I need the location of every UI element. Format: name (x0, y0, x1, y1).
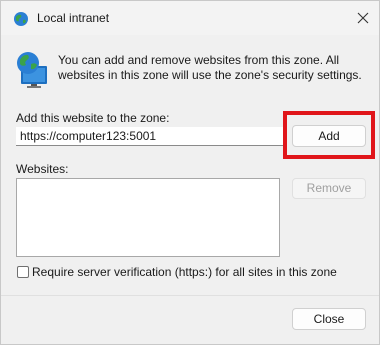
add-website-label: Add this website to the zone: (16, 111, 170, 125)
websites-list[interactable] (16, 178, 280, 257)
globe-icon (13, 11, 29, 27)
title-bar[interactable]: Local intranet (1, 1, 379, 35)
close-button[interactable]: Close (292, 308, 366, 330)
remove-button[interactable]: Remove (292, 178, 366, 199)
website-url-input[interactable] (16, 127, 283, 146)
zone-description: You can add and remove websites from thi… (58, 53, 362, 82)
local-intranet-dialog: Local intranet You can add and remove we… (0, 0, 380, 345)
window-title: Local intranet (37, 11, 110, 25)
close-icon[interactable] (355, 10, 371, 26)
footer-separator (1, 295, 379, 296)
require-verification-checkbox[interactable] (17, 266, 29, 278)
require-verification-label[interactable]: Require server verification (https:) for… (32, 265, 337, 279)
globe-monitor-icon (15, 50, 49, 88)
websites-label: Websites: (16, 162, 69, 176)
add-button[interactable]: Add (292, 125, 366, 147)
